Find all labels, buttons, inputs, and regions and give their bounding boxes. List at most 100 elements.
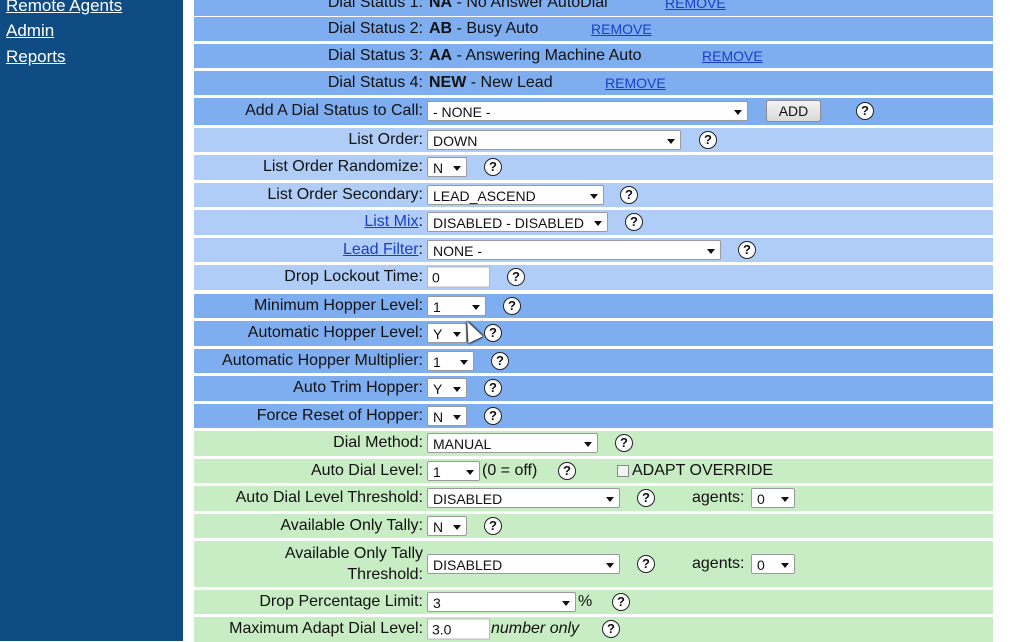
drop-percentage-limit-select[interactable]: 3	[427, 591, 576, 612]
sidebar-link-admin[interactable]: Admin	[6, 21, 54, 41]
maximum-adapt-dial-level-input[interactable]: 3.0	[427, 618, 490, 640]
automatic-hopper-multiplier-select[interactable]: 1	[427, 350, 474, 371]
dial-status-2-value: AB - Busy Auto	[429, 20, 538, 38]
chevron-down-icon	[453, 332, 461, 338]
help-icon[interactable]: ?	[738, 240, 756, 259]
adapt-override-checkbox[interactable]	[617, 464, 629, 477]
automatic-hopper-multiplier-label: Automatic Hopper Multiplier:	[222, 351, 423, 369]
tally-threshold-agents-select[interactable]: 0	[751, 554, 795, 574]
auto-dial-level-threshold-select[interactable]: DISABLED	[427, 488, 620, 509]
chevron-down-icon	[594, 221, 602, 227]
drop-lockout-time-label: Drop Lockout Time:	[284, 268, 423, 286]
list-mix-row: List Mix: DISABLED - DISABLED ?	[194, 210, 993, 235]
help-icon[interactable]: ?	[484, 406, 502, 425]
auto-dial-level-threshold-value: DISABLED	[433, 491, 503, 508]
list-order-value: DOWN	[433, 132, 478, 149]
dial-status-1-desc: - No Answer AutoDial	[452, 0, 608, 12]
dial-status-3-row: Dial Status 3: AA - Answering Machine Au…	[194, 43, 993, 68]
help-icon[interactable]: ?	[620, 185, 638, 204]
auto-trim-hopper-select[interactable]: Y	[427, 378, 467, 399]
help-icon[interactable]: ?	[699, 130, 717, 149]
dial-status-3-code: AA	[429, 46, 453, 64]
list-order-select[interactable]: DOWN	[427, 129, 681, 150]
force-reset-hopper-select[interactable]: N	[427, 405, 467, 426]
help-icon[interactable]: ?	[615, 434, 633, 453]
help-icon[interactable]: ?	[491, 351, 509, 370]
auto-dial-level-row: Auto Dial Level: 1 (0 = off) ? ADAPT OVE…	[194, 458, 993, 483]
remove-dial-status-3-link[interactable]: REMOVE	[702, 48, 763, 64]
auto-trim-hopper-value: Y	[433, 381, 443, 398]
chevron-down-icon	[667, 138, 675, 144]
minimum-hopper-level-value: 1	[433, 298, 441, 315]
available-only-tally-select[interactable]: N	[427, 515, 467, 536]
chevron-down-icon	[707, 248, 715, 254]
help-icon[interactable]: ?	[484, 516, 502, 535]
dial-method-select[interactable]: MANUAL	[427, 433, 598, 454]
lead-filter-select[interactable]: NONE -	[427, 239, 721, 260]
add-dial-status-button[interactable]: ADD	[766, 100, 821, 122]
drop-percentage-limit-label: Drop Percentage Limit:	[259, 592, 423, 610]
help-icon[interactable]: ?	[484, 158, 502, 177]
remove-dial-status-1-link[interactable]: REMOVE	[665, 0, 726, 11]
adapt-override-label: ADAPT OVERRIDE	[632, 461, 774, 479]
add-dial-status-select[interactable]: - NONE -	[427, 101, 748, 121]
list-mix-link[interactable]: List Mix	[364, 213, 418, 231]
chevron-down-icon	[453, 524, 461, 530]
help-icon[interactable]: ?	[637, 489, 655, 508]
help-icon[interactable]: ?	[503, 296, 521, 315]
chevron-down-icon	[606, 497, 614, 503]
sidebar-link-reports[interactable]: Reports	[6, 47, 66, 67]
help-icon[interactable]: ?	[507, 268, 525, 287]
help-icon[interactable]: ?	[558, 461, 576, 480]
dial-status-3-label: Dial Status 3:	[327, 46, 423, 64]
drop-percentage-suffix: %	[578, 592, 593, 610]
help-icon[interactable]: ?	[484, 379, 502, 398]
add-dial-status-row: Add A Dial Status to Call: - NONE - ADD …	[194, 97, 993, 125]
threshold-agents-label: agents:	[692, 489, 745, 507]
list-order-randomize-value: N	[433, 160, 444, 177]
minimum-hopper-level-select[interactable]: 1	[427, 295, 486, 316]
automatic-hopper-level-label: Automatic Hopper Level:	[247, 324, 423, 342]
dial-method-value: MANUAL	[433, 436, 492, 453]
remove-dial-status-4-link[interactable]: REMOVE	[605, 75, 666, 91]
minimum-hopper-level-row: Minimum Hopper Level: 1 ?	[194, 293, 993, 318]
force-reset-hopper-label: Force Reset of Hopper:	[256, 406, 423, 424]
sidebar-link-remote-agents[interactable]: Remote Agents	[6, 0, 122, 16]
help-icon[interactable]: ?	[484, 324, 502, 343]
dial-method-row: Dial Method: MANUAL ?	[194, 431, 993, 456]
drop-lockout-time-row: Drop Lockout Time: 0 ?	[194, 265, 993, 290]
threshold-agents-select[interactable]: 0	[751, 488, 795, 509]
dial-status-3-desc: - Answering Machine Auto	[452, 46, 642, 64]
list-order-randomize-select[interactable]: N	[427, 157, 467, 178]
help-icon[interactable]: ?	[625, 213, 643, 232]
help-icon[interactable]: ?	[612, 592, 630, 611]
available-only-tally-label: Available Only Tally:	[280, 516, 423, 534]
available-only-tally-threshold-label-line2: Threshold:	[347, 566, 423, 583]
available-only-tally-threshold-select[interactable]: DISABLED	[427, 554, 620, 574]
dial-status-1-row: Dial Status 1: NA - No Answer AutoDial R…	[194, 0, 993, 16]
dial-status-4-value: NEW - New Lead	[429, 74, 553, 92]
add-dial-status-value: - NONE -	[433, 104, 491, 120]
help-icon[interactable]: ?	[856, 102, 874, 120]
help-icon[interactable]: ?	[637, 555, 655, 573]
remove-dial-status-2-link[interactable]: REMOVE	[591, 21, 652, 37]
chevron-down-icon	[460, 359, 468, 365]
lead-filter-link[interactable]: Lead Filter	[343, 241, 419, 259]
help-icon[interactable]: ?	[602, 620, 620, 639]
available-only-tally-threshold-row: Available Only Tally Threshold: DISABLED…	[194, 541, 993, 587]
list-mix-select[interactable]: DISABLED - DISABLED	[427, 212, 608, 233]
drop-lockout-time-input[interactable]: 0	[427, 266, 490, 288]
list-order-secondary-select[interactable]: LEAD_ASCEND	[427, 184, 604, 205]
auto-dial-level-note: (0 = off)	[482, 461, 538, 479]
chevron-down-icon	[590, 193, 598, 199]
list-order-randomize-row: List Order Randomize: N ?	[194, 155, 993, 180]
dial-status-4-desc: - New Lead	[466, 73, 553, 91]
auto-trim-hopper-label: Auto Trim Hopper:	[293, 379, 423, 397]
dial-status-1-code: NA	[429, 0, 453, 12]
force-reset-hopper-row: Force Reset of Hopper: N ?	[194, 403, 993, 428]
automatic-hopper-level-value: Y	[433, 326, 443, 343]
add-dial-status-label: Add A Dial Status to Call:	[245, 102, 423, 119]
list-order-secondary-label: List Order Secondary:	[267, 185, 423, 203]
dial-status-2-desc: - Busy Auto	[452, 19, 539, 37]
auto-dial-level-select[interactable]: 1	[427, 460, 480, 481]
